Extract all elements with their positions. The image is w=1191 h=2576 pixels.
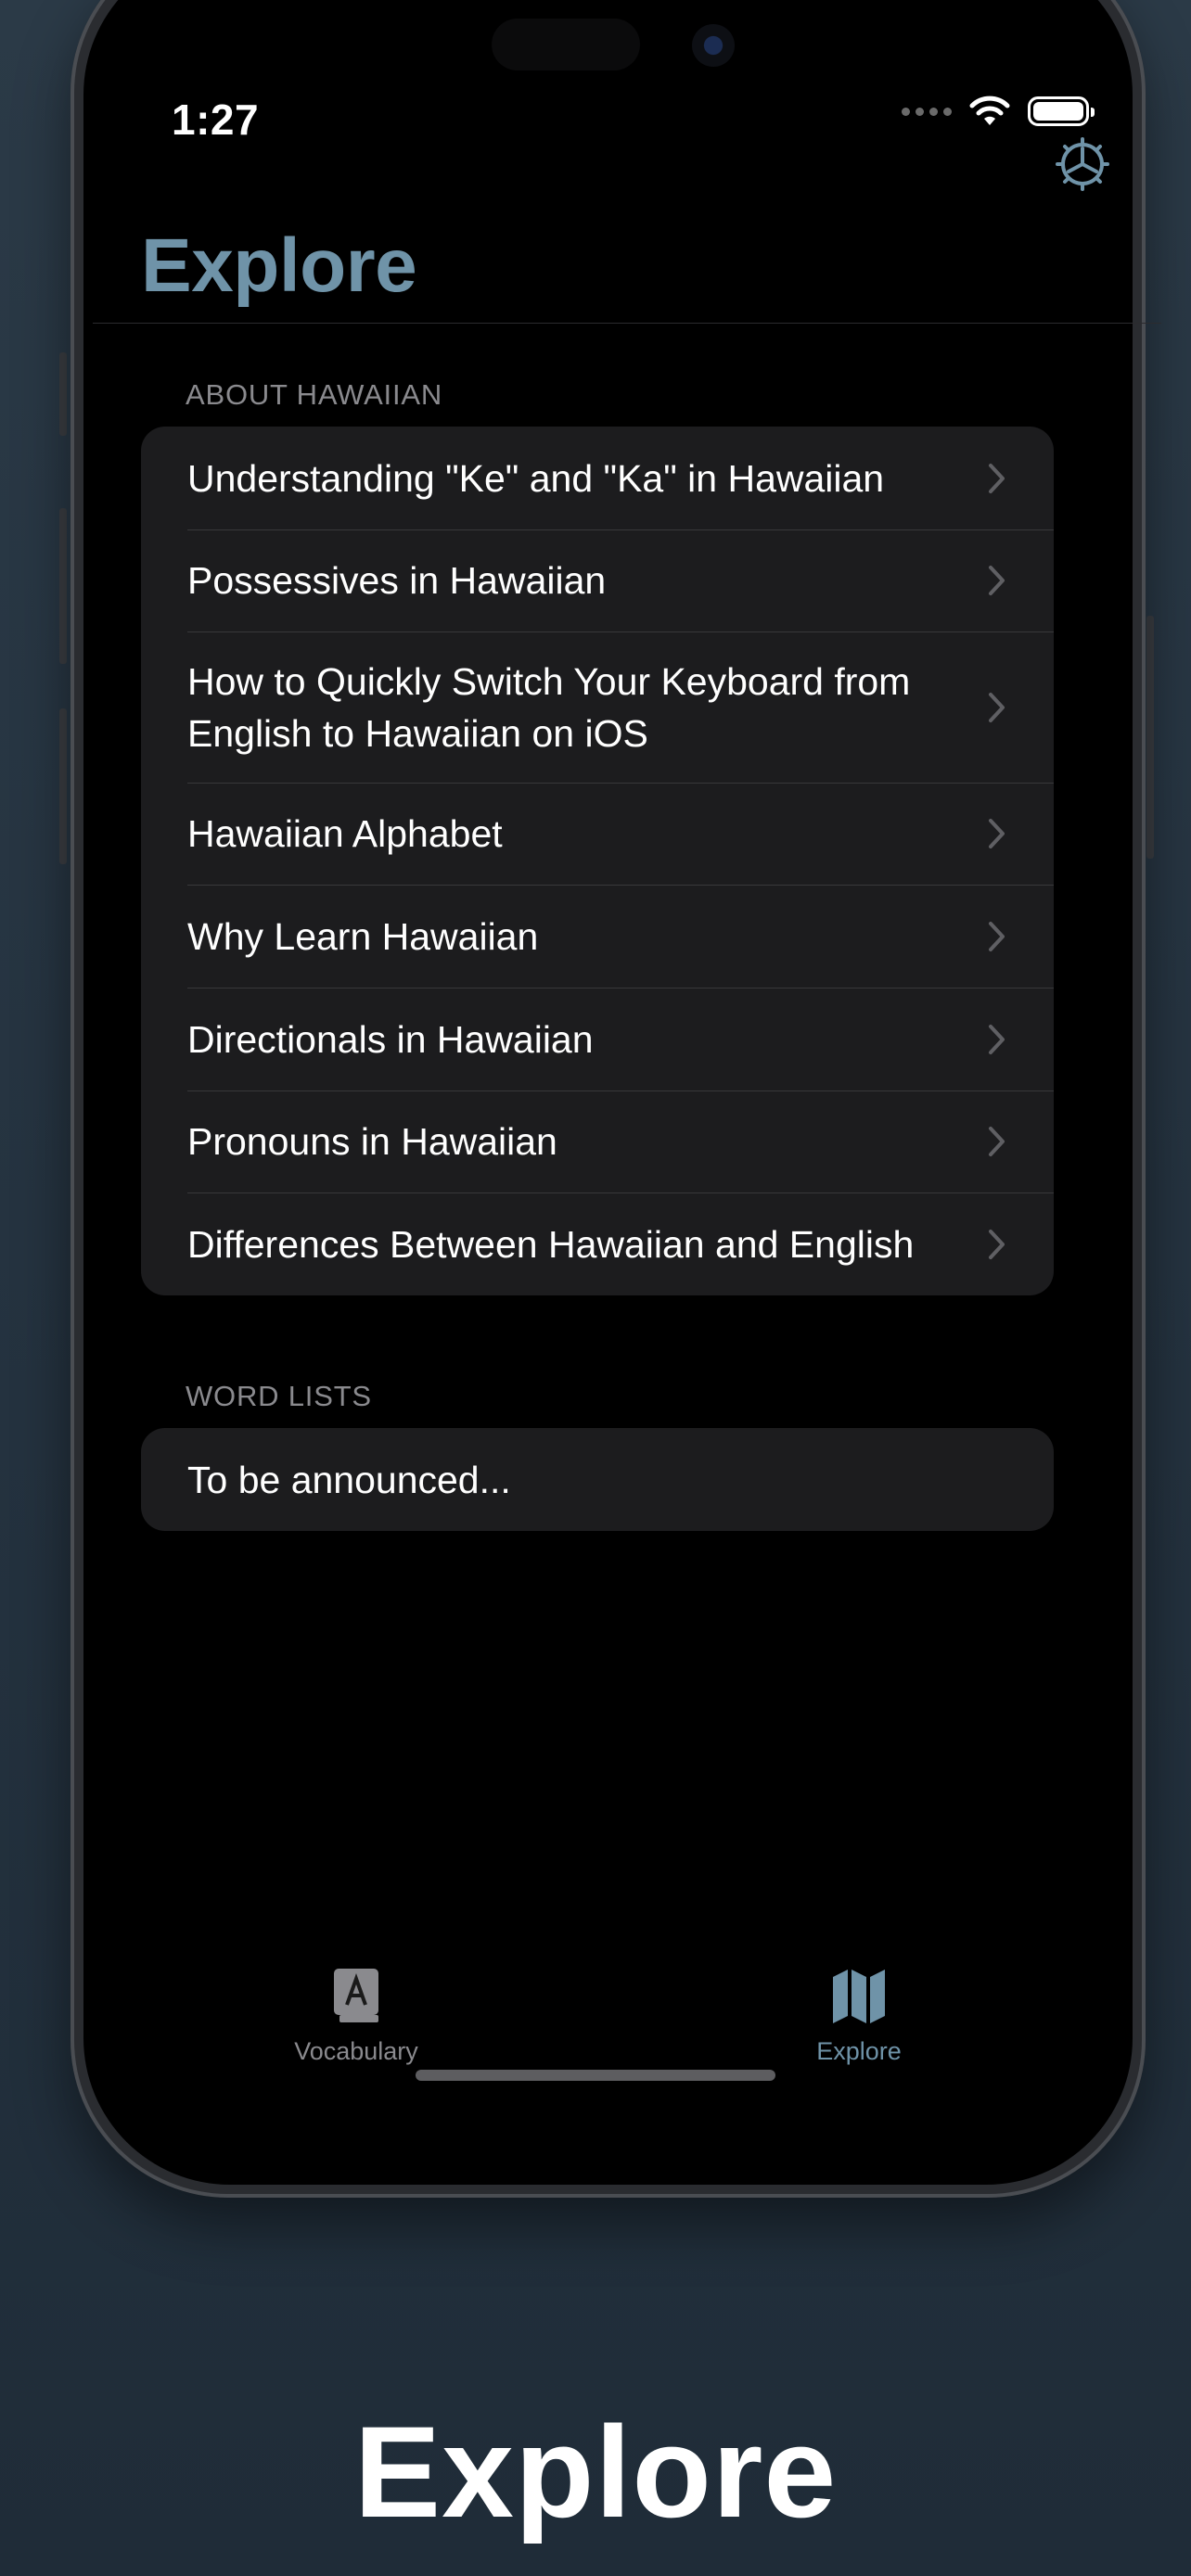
chevron-right-icon: [989, 819, 1005, 848]
list-item-label: Pronouns in Hawaiian: [187, 1120, 557, 1163]
word-lists-list: To be announced...: [141, 1428, 1054, 1531]
cellular-dots-icon: [902, 107, 952, 116]
section-header-about-hawaiian: ABOUT HAWAIIAN: [186, 378, 443, 411]
settings-gear-icon[interactable]: [1054, 135, 1111, 193]
list-item-label: Differences Between Hawaiian and English: [187, 1222, 915, 1266]
list-item-differences[interactable]: Differences Between Hawaiian and English: [141, 1192, 1054, 1295]
chevron-right-icon: [989, 1127, 1005, 1156]
promo-caption: Explore: [353, 2399, 838, 2544]
dynamic-island: [492, 19, 640, 70]
tab-label: Vocabulary: [294, 2037, 418, 2065]
list-item-label: Possessives in Hawaiian: [187, 559, 607, 602]
list-item-keyboard-switch[interactable]: How to Quickly Switch Your Keyboard from…: [141, 631, 1054, 783]
list-item-ke-ka[interactable]: Understanding "Ke" and "Ka" in Hawaiian: [141, 427, 1054, 529]
list-item-possessives[interactable]: Possessives in Hawaiian: [141, 529, 1054, 631]
list-item-label: Hawaiian Alphabet: [187, 812, 503, 855]
list-item-to-be-announced: To be announced...: [141, 1428, 1054, 1531]
list-item-why-learn[interactable]: Why Learn Hawaiian: [141, 885, 1054, 988]
list-item-label: Understanding "Ke" and "Ka" in Hawaiian: [187, 456, 885, 500]
list-item-label: Why Learn Hawaiian: [187, 914, 539, 958]
list-item-label: Directionals in Hawaiian: [187, 1017, 594, 1061]
home-indicator[interactable]: [416, 2070, 775, 2081]
list-item-label: How to Quickly Switch Your Keyboard from…: [187, 659, 911, 755]
map-icon: [833, 1970, 885, 2023]
chevron-right-icon: [989, 1024, 1005, 1054]
chevron-right-icon: [989, 692, 1005, 722]
power-button: [1146, 616, 1154, 859]
chevron-right-icon: [989, 566, 1005, 595]
volume-up-button: [59, 508, 67, 664]
volume-down-button: [59, 708, 67, 864]
book-icon: [334, 1969, 378, 2022]
list-item-alphabet[interactable]: Hawaiian Alphabet: [141, 783, 1054, 885]
status-time: 1:27: [172, 96, 260, 144]
list-item-label: To be announced...: [187, 1458, 511, 1501]
chevron-right-icon: [989, 921, 1005, 951]
list-item-directionals[interactable]: Directionals in Hawaiian: [141, 988, 1054, 1090]
status-icons: [902, 93, 1095, 130]
about-hawaiian-list: Understanding "Ke" and "Ka" in Hawaiian …: [141, 427, 1054, 1295]
title-divider: [93, 323, 1161, 324]
section-header-word-lists: WORD LISTS: [186, 1380, 372, 1412]
list-item-pronouns[interactable]: Pronouns in Hawaiian: [141, 1090, 1054, 1192]
tab-explore[interactable]: Explore: [766, 1966, 952, 2066]
battery-icon: [1028, 96, 1095, 126]
action-button: [59, 352, 67, 436]
chevron-right-icon: [989, 463, 1005, 493]
tab-label: Explore: [816, 2037, 902, 2065]
chevron-right-icon: [989, 1229, 1005, 1259]
page-title: Explore: [141, 223, 417, 308]
camera-lens: [692, 24, 735, 67]
wifi-icon: [969, 96, 1010, 125]
tab-vocabulary[interactable]: Vocabulary: [263, 1966, 449, 2066]
